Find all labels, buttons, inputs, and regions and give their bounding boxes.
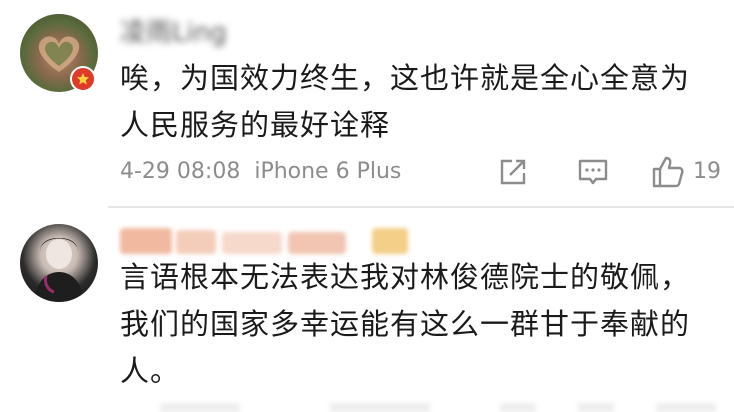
meta-cutoff [330, 403, 430, 412]
verified-badge-icon [70, 66, 96, 92]
timestamp: 4-29 08:08 [120, 159, 241, 184]
meta-cutoff [656, 403, 716, 412]
device-name: iPhone 6 Plus [254, 159, 402, 184]
username[interactable]: 凌雨Ling [120, 18, 300, 48]
reply-button[interactable] [576, 155, 610, 189]
username-blur-segment [176, 230, 216, 254]
avatar[interactable] [20, 224, 98, 302]
comment-meta: 4-29 08:08 iPhone 6 Plus [120, 157, 401, 187]
comment-item: 凌雨Ling 唉，为国效力终生，这也许就是全心全意为 人民服务的最好诠释 4-2… [0, 0, 734, 207]
meta-cutoff [500, 403, 536, 412]
thumbs-up-icon [652, 156, 684, 188]
comment-text: 唉，为国效力终生，这也许就是全心全意为 人民服务的最好诠释 [120, 55, 720, 149]
comment-text-line: 言语根本无法表达我对林俊德院士的敬佩， [120, 260, 691, 294]
meta-cutoff [160, 403, 240, 412]
comment-item: 言语根本无法表达我对林俊德院士的敬佩， 我们的国家多幸运能有这么一群甘于奉献的 … [0, 208, 734, 412]
comment-text-line: 我们的国家多幸运能有这么一群甘于奉献的 [120, 307, 691, 341]
comment-text-line: 唉，为国效力终生，这也许就是全心全意为 [120, 61, 691, 95]
comment-text-line: 人民服务的最好诠释 [120, 108, 391, 142]
like-button[interactable]: 19 [651, 155, 731, 189]
level-badge-icon [372, 228, 408, 254]
username-blur-segment [222, 232, 282, 254]
meta-cutoff [578, 403, 614, 412]
username-blur-segment [288, 232, 346, 254]
share-button[interactable] [496, 155, 530, 189]
comment-text: 言语根本无法表达我对林俊德院士的敬佩， 我们的国家多幸运能有这么一群甘于奉献的 … [120, 254, 720, 395]
like-count: 19 [693, 159, 721, 184]
comment-text-line: 人。 [120, 354, 181, 388]
share-icon [500, 159, 526, 185]
comment-icon [578, 159, 608, 185]
username[interactable] [120, 228, 172, 254]
